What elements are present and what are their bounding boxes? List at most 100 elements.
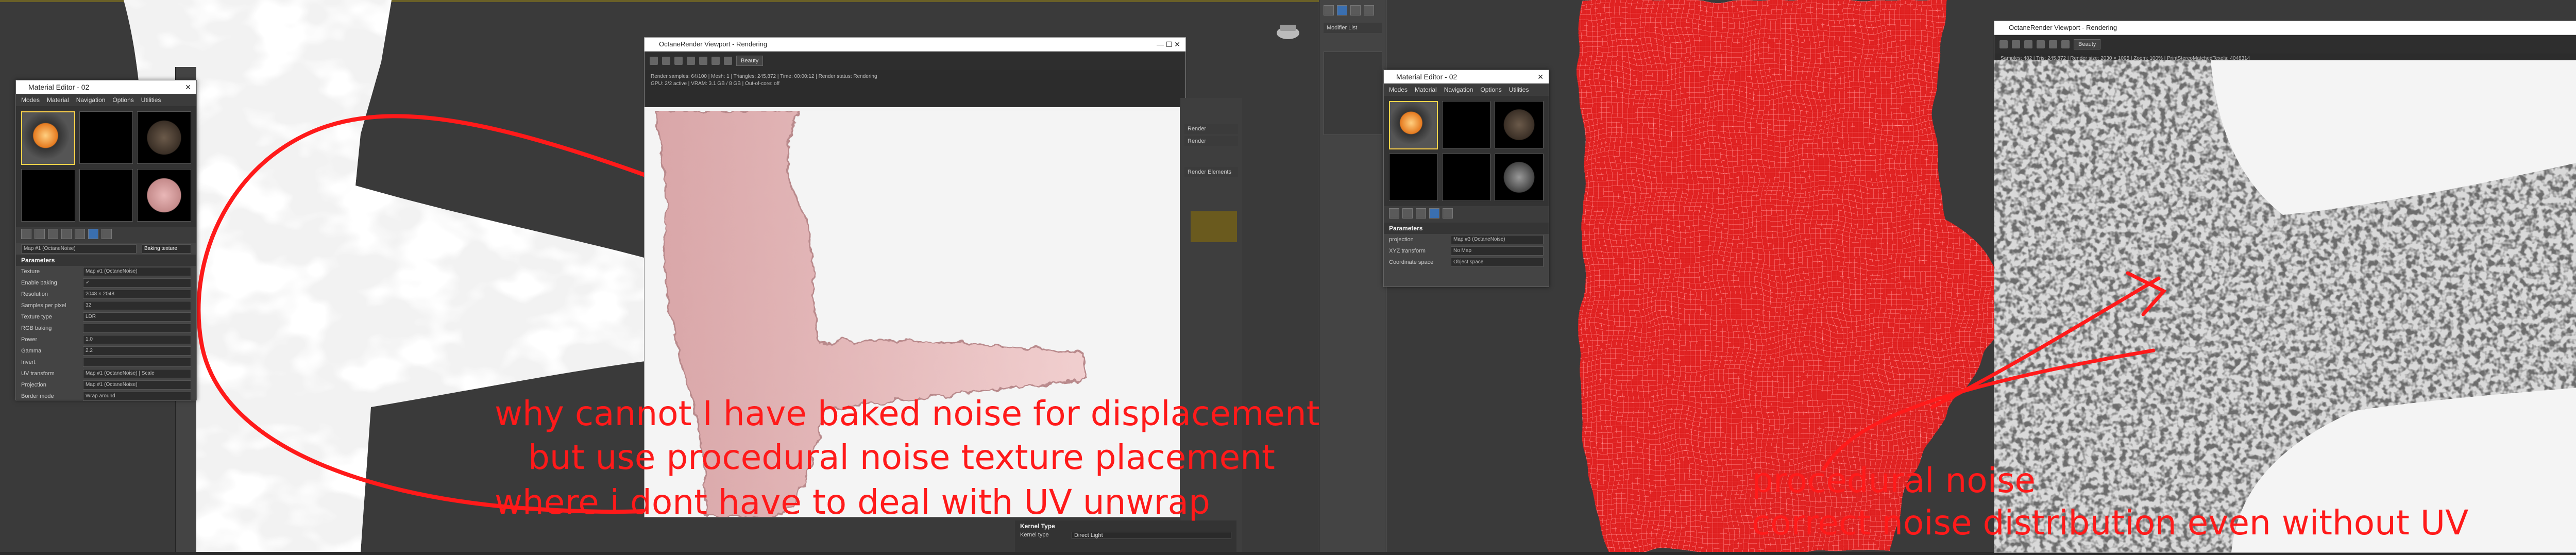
material-slot-5[interactable] <box>1442 154 1491 201</box>
assign-material-icon[interactable] <box>48 229 58 239</box>
material-slot-5[interactable] <box>79 169 133 222</box>
parameter-value[interactable]: LDR <box>83 312 191 322</box>
modifier-list-dropdown[interactable]: Modifier List <box>1324 23 1382 33</box>
material-slots[interactable] <box>16 106 196 227</box>
material-slot-6[interactable] <box>137 169 191 222</box>
parameter-row[interactable]: Samples per pixel 32 <box>16 300 196 311</box>
parameter-value[interactable]: 1.0 <box>83 335 191 344</box>
window-controls-icon[interactable]: — ☐ ✕ <box>1157 38 1180 51</box>
material-slot-2[interactable] <box>1442 101 1491 148</box>
parameter-row[interactable]: Gamma 2.2 <box>16 345 196 357</box>
close-icon[interactable]: ✕ <box>185 80 191 94</box>
material-slot-3[interactable] <box>137 111 191 164</box>
menu-modes[interactable]: Modes <box>1389 83 1408 96</box>
material-toolbar[interactable] <box>16 227 196 243</box>
menu-modes[interactable]: Modes <box>21 94 40 106</box>
parameter-row[interactable]: Power 1.0 <box>16 334 196 345</box>
reset-map-icon[interactable] <box>61 229 72 239</box>
modifier-stack[interactable] <box>1324 52 1382 135</box>
material-slot-1[interactable] <box>1389 101 1438 149</box>
menu-options[interactable]: Options <box>112 94 133 106</box>
parameter-row[interactable]: UV transform Map #1 (OctaneNoise) | Scale <box>16 368 196 379</box>
pick-focus-icon[interactable] <box>699 57 707 65</box>
render-pass-select[interactable]: Beauty <box>736 56 764 66</box>
save-image-icon[interactable] <box>724 57 732 65</box>
hierarchy-tab-icon[interactable] <box>1350 5 1361 15</box>
parameter-value[interactable]: ✓ <box>83 278 191 288</box>
copy-material-icon[interactable] <box>75 229 85 239</box>
material-editor-title-right[interactable]: Material Editor - 02 ✕ <box>1384 70 1549 83</box>
menu-material[interactable]: Material <box>47 94 69 106</box>
parameter-value[interactable] <box>83 358 191 367</box>
kernel-type-panel[interactable]: Kernel Type Kernel type Direct Light <box>1015 520 1236 552</box>
parameters-rollout[interactable]: Parameters <box>16 255 196 266</box>
render-elements-tab[interactable]: Render Elements <box>1184 167 1238 177</box>
menu-navigation[interactable]: Navigation <box>1444 83 1473 96</box>
motion-tab-icon[interactable] <box>1364 5 1374 15</box>
parameter-row[interactable]: Texture type LDR <box>16 311 196 323</box>
parameter-row[interactable]: Coordinate space Object space <box>1384 257 1549 268</box>
parameter-value[interactable]: Map #1 (OctaneNoise) | Scale <box>83 369 191 378</box>
material-slot-4[interactable] <box>1389 154 1438 201</box>
stop-render-icon[interactable] <box>662 57 670 65</box>
parameter-value[interactable]: 2048 × 2048 <box>83 290 191 299</box>
parameter-row[interactable]: RGB baking <box>16 323 196 334</box>
modify-tab-icon[interactable] <box>1337 5 1347 15</box>
go-to-parent-icon[interactable] <box>101 229 112 239</box>
octane-viewport-title[interactable]: OctaneRender Viewport - Rendering — ☐ ✕ <box>645 38 1185 52</box>
restart-render-icon[interactable] <box>674 57 683 65</box>
kernel-type-select[interactable]: Direct Light <box>1072 532 1231 539</box>
parameter-value[interactable]: Map #3 (OctaneNoise) <box>1451 235 1544 244</box>
show-map-icon[interactable] <box>88 229 98 239</box>
parameter-row[interactable]: Enable baking ✓ <box>16 277 196 289</box>
parameter-value[interactable]: Map #1 (OctaneNoise) <box>83 267 191 276</box>
parameters-rollout-right[interactable]: Parameters <box>1384 223 1549 234</box>
parameter-value[interactable]: Wrap around <box>83 392 191 401</box>
start-render-icon[interactable] <box>650 57 658 65</box>
render-row-2[interactable]: Render <box>1184 136 1238 146</box>
command-panel-middle[interactable]: Modifier List <box>1319 0 1386 552</box>
assign-material-icon[interactable] <box>1402 208 1413 218</box>
parameter-row[interactable]: Border mode Wrap around <box>16 391 196 402</box>
octane-toolbar[interactable]: Beauty <box>645 52 1185 70</box>
render-row-1[interactable]: Render <box>1184 124 1238 134</box>
menu-utilities[interactable]: Utilities <box>141 94 161 106</box>
material-editor-left[interactable]: Material Editor - 02 ✕ Modes Material Na… <box>15 80 197 402</box>
texture-name-row[interactable]: Map #1 (OctaneNoise) Baking texture <box>16 243 196 255</box>
material-editor-right[interactable]: Material Editor - 02 ✕ Modes Material Na… <box>1383 70 1549 287</box>
material-slot-3[interactable] <box>1495 101 1544 148</box>
create-tab-icon[interactable] <box>1324 5 1334 15</box>
parameter-value[interactable]: No Map <box>1451 246 1544 256</box>
parameter-row[interactable]: Texture Map #1 (OctaneNoise) <box>16 266 196 277</box>
put-to-scene-icon[interactable] <box>35 229 45 239</box>
get-material-icon[interactable] <box>1389 208 1399 218</box>
command-panel-tabs[interactable] <box>1319 0 1386 21</box>
material-toolbar-right[interactable] <box>1384 206 1549 223</box>
viewcube-teapot-icon[interactable] <box>1273 21 1303 41</box>
material-slot-1[interactable] <box>21 111 75 165</box>
material-slots-right[interactable] <box>1384 96 1549 206</box>
parameter-row[interactable]: Resolution 2048 × 2048 <box>16 289 196 300</box>
baking-texture-button[interactable]: Baking texture <box>142 244 191 254</box>
material-editor-menu[interactable]: Modes Material Navigation Options Utilit… <box>16 94 196 106</box>
parameter-value[interactable]: Object space <box>1451 258 1544 267</box>
material-editor-title[interactable]: Material Editor - 02 ✕ <box>16 80 196 94</box>
region-render-icon[interactable] <box>711 57 720 65</box>
menu-material[interactable]: Material <box>1415 83 1437 96</box>
go-to-parent-icon[interactable] <box>1443 208 1453 218</box>
parameter-value[interactable]: Map #1 (OctaneNoise) <box>83 380 191 390</box>
menu-navigation[interactable]: Navigation <box>76 94 106 106</box>
reset-map-icon[interactable] <box>1416 208 1426 218</box>
close-icon[interactable]: ✕ <box>1537 70 1544 83</box>
parameter-row[interactable]: Projection Map #1 (OctaneNoise) <box>16 379 196 391</box>
parameter-value[interactable] <box>83 324 191 333</box>
menu-options[interactable]: Options <box>1480 83 1501 96</box>
material-slot-4[interactable] <box>21 169 75 222</box>
parameter-value[interactable]: 2.2 <box>83 346 191 356</box>
material-editor-menu-right[interactable]: Modes Material Navigation Options Utilit… <box>1384 83 1549 96</box>
texture-name-field[interactable]: Map #1 (OctaneNoise) <box>21 244 137 254</box>
parameter-row[interactable]: XYZ transform No Map <box>1384 245 1549 257</box>
pause-render-icon[interactable] <box>687 57 695 65</box>
get-material-icon[interactable] <box>21 229 31 239</box>
parameter-row[interactable]: projection Map #3 (OctaneNoise) <box>1384 234 1549 245</box>
